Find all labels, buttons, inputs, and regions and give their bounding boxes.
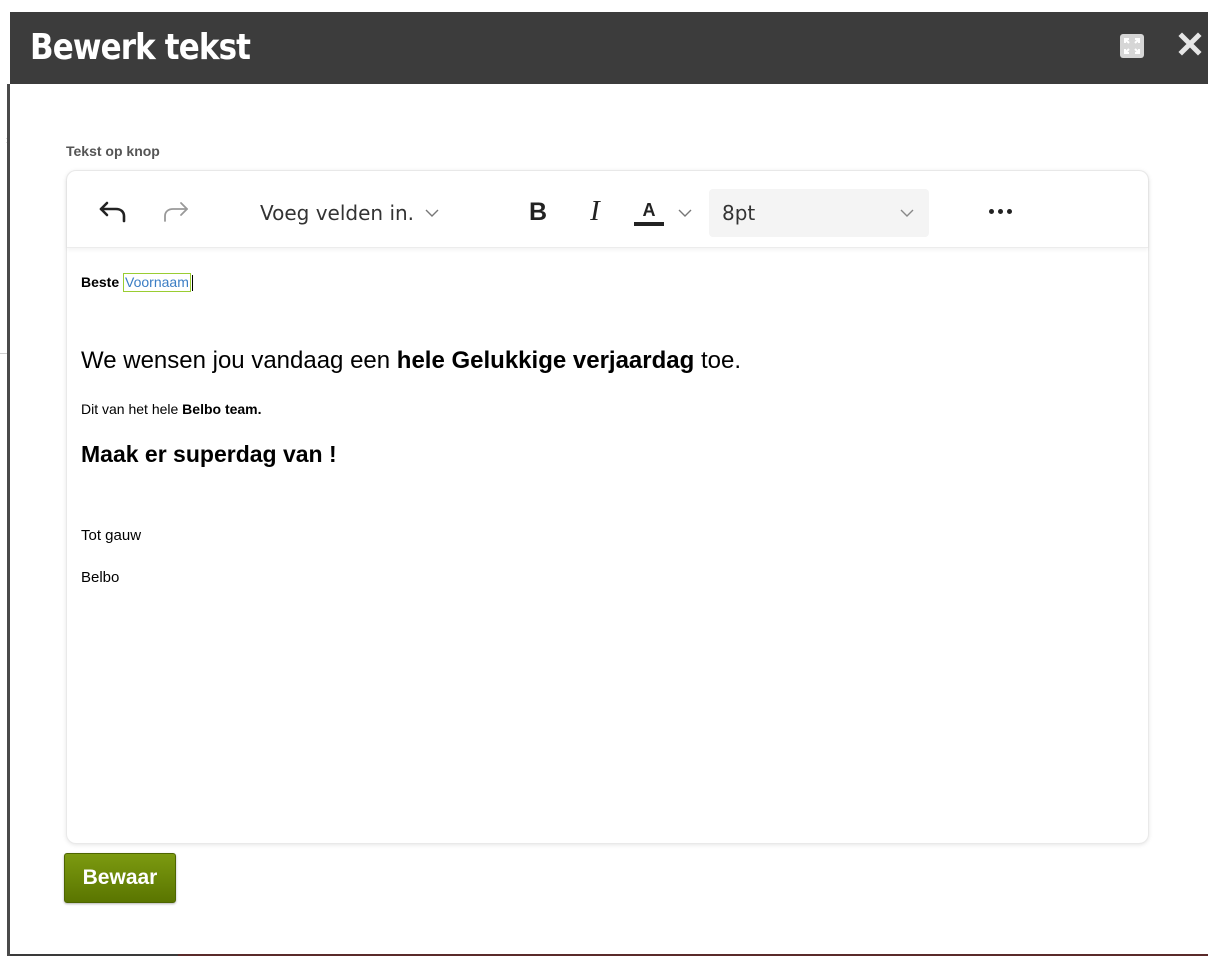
dialog-title: Bewerk tekst bbox=[30, 27, 251, 68]
close-button[interactable] bbox=[1176, 30, 1204, 58]
expand-icon bbox=[1124, 38, 1140, 54]
redo-icon bbox=[164, 202, 188, 222]
chevron-down-icon bbox=[900, 209, 914, 217]
save-button[interactable]: Bewaar bbox=[64, 853, 176, 903]
undo-button[interactable] bbox=[97, 195, 131, 229]
font-color-swatch bbox=[634, 221, 664, 226]
close-icon bbox=[1178, 32, 1202, 56]
page-top-strip bbox=[0, 0, 1208, 12]
wish-bold: hele Gelukkige verjaardag bbox=[396, 347, 695, 374]
undo-icon bbox=[99, 201, 126, 223]
dialog-titlebar: Bewerk tekst bbox=[10, 12, 1208, 84]
font-size-select[interactable]: 8pt bbox=[709, 189, 929, 237]
insert-fields-dropdown[interactable]: Voeg velden in. bbox=[260, 198, 440, 228]
font-color-dropdown[interactable] bbox=[677, 201, 697, 225]
font-size-value: 8pt bbox=[722, 201, 756, 225]
chevron-down-icon bbox=[678, 209, 692, 217]
signature-line: Belbo bbox=[81, 569, 120, 586]
headline-line: Maak er superdag van ! bbox=[81, 441, 337, 467]
italic-button[interactable]: I bbox=[585, 193, 605, 229]
team-line: Dit van het hele Belbo team. bbox=[81, 401, 262, 417]
bold-button[interactable]: B bbox=[525, 195, 551, 229]
background-page-edge: › bbox=[0, 0, 10, 956]
font-color-letter: A bbox=[642, 199, 656, 220]
wish-prefix: We wensen jou vandaag een bbox=[81, 347, 397, 374]
greeting-line: Beste Voornaam bbox=[81, 273, 193, 292]
edit-text-dialog: Bewerk tekst Tekst op knop Voeg velden i… bbox=[10, 12, 1208, 956]
text-caret bbox=[191, 275, 193, 292]
more-icon bbox=[1006, 208, 1012, 214]
maximize-button[interactable] bbox=[1120, 34, 1144, 58]
editor-toolbar: Voeg velden in. B I A 8pt bbox=[67, 171, 1148, 248]
field-label: Tekst op knop bbox=[66, 143, 160, 159]
more-options-button[interactable] bbox=[983, 203, 1017, 219]
greeting-text: Beste bbox=[81, 274, 120, 290]
team-bold: Belbo team. bbox=[182, 401, 262, 417]
merge-field-voornaam[interactable]: Voornaam bbox=[123, 273, 191, 292]
insert-fields-label: Voeg velden in. bbox=[260, 201, 415, 225]
rich-text-editor[interactable]: Voeg velden in. B I A 8pt Beste Voornaam… bbox=[66, 170, 1149, 844]
redo-button[interactable] bbox=[159, 195, 193, 229]
font-color-button[interactable]: A bbox=[633, 195, 665, 231]
closing-line: Tot gauw bbox=[81, 527, 142, 544]
wish-suffix: toe. bbox=[694, 347, 741, 374]
more-icon bbox=[997, 208, 1003, 214]
chevron-down-icon bbox=[425, 209, 439, 217]
more-icon bbox=[988, 208, 994, 214]
team-prefix: Dit van het hele bbox=[81, 401, 183, 417]
wish-line: We wensen jou vandaag een hele Gelukkige… bbox=[81, 347, 741, 375]
